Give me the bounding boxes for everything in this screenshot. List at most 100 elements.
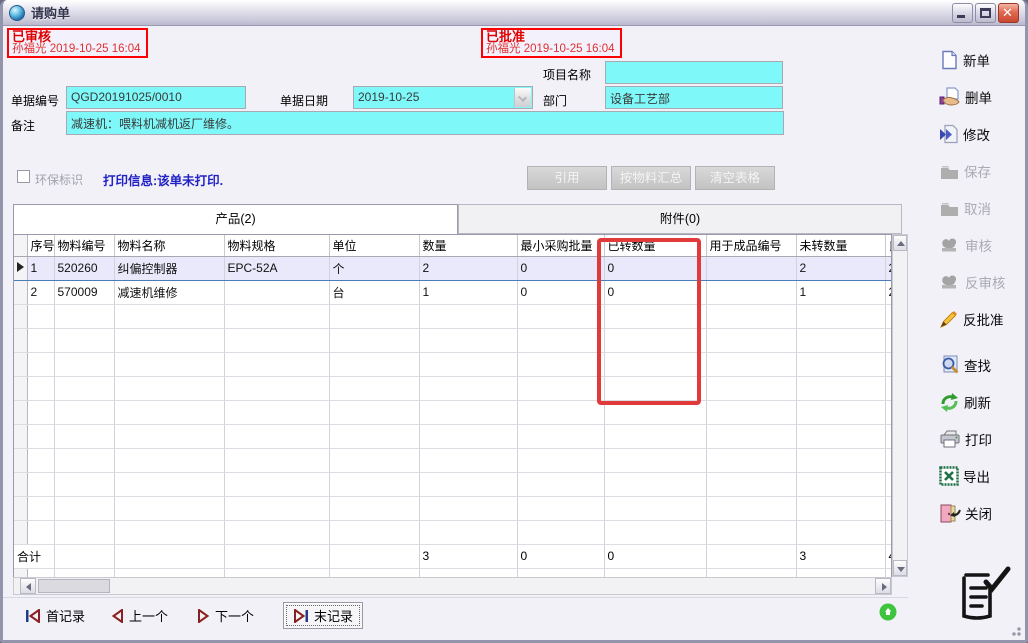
close-icon: ✕: [1002, 5, 1013, 21]
cell[interactable]: 纠偏控制器: [114, 256, 224, 280]
doc-date-value: 2019-10-25: [358, 90, 419, 104]
maximize-button[interactable]: [975, 3, 996, 23]
table-row-selected[interactable]: 1 520260 纠偏控制器 EPC-52A 个 2 0 0 2 2: [14, 256, 892, 280]
cell[interactable]: [706, 256, 796, 280]
record-nav-bar: 首记录 上一个 下一个 末记录: [3, 597, 908, 635]
first-record-button[interactable]: 首记录: [25, 606, 85, 625]
empty-row: [14, 400, 892, 424]
previous-record-button[interactable]: 上一个: [111, 606, 168, 625]
totals-converted: 0: [604, 544, 706, 568]
col-seq[interactable]: 序号: [27, 235, 54, 256]
col-unconverted-qty[interactable]: 未转数量: [796, 235, 885, 256]
cell[interactable]: [224, 280, 329, 304]
sidebar-close-button[interactable]: 关闭: [939, 501, 992, 525]
next-record-icon: [197, 609, 210, 623]
last-record-button[interactable]: 末记录: [283, 602, 363, 629]
sidebar-cancel-button[interactable]: 取消: [939, 196, 991, 220]
previous-record-icon: [111, 609, 124, 623]
close-door-icon: [939, 503, 961, 524]
doc-date-label: 单据日期: [280, 92, 328, 109]
empty-row: [14, 304, 892, 328]
cell[interactable]: 570009: [54, 280, 114, 304]
cell[interactable]: 0: [604, 256, 706, 280]
empty-row: [14, 424, 892, 448]
sidebar-export-button[interactable]: 导出: [939, 464, 990, 488]
maximize-icon: [980, 8, 991, 18]
cell[interactable]: 1: [796, 280, 885, 304]
cell[interactable]: 2: [419, 256, 517, 280]
quote-button[interactable]: 引用: [527, 166, 607, 190]
sidebar-refresh-button[interactable]: 刷新: [939, 390, 991, 414]
col-qty[interactable]: 数量: [419, 235, 517, 256]
next-record-button[interactable]: 下一个: [197, 606, 254, 625]
scrollbar-thumb[interactable]: [38, 579, 110, 593]
col-cutoff: 良: [885, 235, 892, 256]
arrow-left-icon: [26, 583, 31, 591]
close-button[interactable]: ✕: [998, 3, 1019, 23]
table-row[interactable]: 2 570009 减速机维修 台 1 0 0 1 2: [14, 280, 892, 304]
cell[interactable]: 减速机维修: [114, 280, 224, 304]
cell[interactable]: 0: [604, 280, 706, 304]
dept-field[interactable]: 设备工艺部: [605, 86, 783, 109]
grid-vertical-scrollbar[interactable]: [892, 234, 908, 577]
eco-checkbox[interactable]: [17, 170, 30, 183]
sidebar-delete-button[interactable]: 删单: [939, 85, 992, 109]
cell[interactable]: 2: [796, 256, 885, 280]
cell[interactable]: 2: [885, 280, 892, 304]
approve-stamp-detail: 孙福光 2019-10-25 16:04: [486, 43, 617, 56]
totals-min-batch: 0: [517, 544, 604, 568]
items-grid: 序号 物料编号 物料名称 物料规格 单位 数量 最小采购批量 已转数量 用于成品…: [13, 234, 892, 577]
doc-date-combobox[interactable]: 2019-10-25: [353, 86, 533, 109]
cell[interactable]: [706, 280, 796, 304]
cell[interactable]: 1: [419, 280, 517, 304]
audit-stamp-detail: 孙福光 2019-10-25 16:04: [12, 43, 143, 56]
remark-field[interactable]: 减速机：喂料机减机返厂维修。: [66, 111, 784, 135]
col-for-product-no[interactable]: 用于成品编号: [706, 235, 796, 256]
cell[interactable]: EPC-52A: [224, 256, 329, 280]
cell[interactable]: 0: [517, 256, 604, 280]
sidebar-audit-button[interactable]: 审核: [939, 233, 992, 257]
col-unit[interactable]: 单位: [329, 235, 419, 256]
scroll-up-button[interactable]: [893, 235, 907, 251]
scroll-right-button[interactable]: [875, 578, 891, 594]
resize-grip[interactable]: [1008, 623, 1021, 636]
sidebar-find-button[interactable]: 查找: [939, 353, 991, 377]
scroll-left-button[interactable]: [20, 578, 36, 594]
col-material-no[interactable]: 物料编号: [54, 235, 114, 256]
cell[interactable]: 2: [27, 280, 54, 304]
sidebar-new-button[interactable]: 新单: [939, 48, 990, 72]
cell[interactable]: 520260: [54, 256, 114, 280]
doc-no-field[interactable]: QGD20191025/0010: [66, 86, 246, 109]
approve-stamp: 已批准 孙福光 2019-10-25 16:04: [481, 28, 622, 58]
summarize-by-material-button[interactable]: 按物料汇总: [611, 166, 691, 190]
sidebar-save-button[interactable]: 保存: [939, 159, 991, 183]
col-material-spec[interactable]: 物料规格: [224, 235, 329, 256]
cell[interactable]: 台: [329, 280, 419, 304]
tab-products[interactable]: 产品(2): [13, 204, 458, 234]
window-title: 请购单: [31, 3, 70, 22]
current-row-marker-icon: [17, 262, 24, 272]
sidebar-unapprove-button[interactable]: 反批准: [939, 307, 1004, 331]
tab-attachments[interactable]: 附件(0): [458, 204, 902, 234]
remark-label: 备注: [11, 117, 35, 134]
cell[interactable]: 2: [885, 256, 892, 280]
cell[interactable]: 1: [27, 256, 54, 280]
col-converted-qty[interactable]: 已转数量: [604, 235, 706, 256]
col-min-batch[interactable]: 最小采购批量: [517, 235, 604, 256]
project-name-field[interactable]: [605, 61, 783, 84]
cell[interactable]: 0: [517, 280, 604, 304]
scroll-down-button[interactable]: [893, 560, 907, 576]
sidebar-print-button[interactable]: 打印: [939, 427, 992, 451]
empty-row: [14, 352, 892, 376]
audit-stamp-icon: [939, 235, 961, 255]
sidebar-modify-button[interactable]: 修改: [939, 122, 990, 146]
cell[interactable]: 个: [329, 256, 419, 280]
delete-doc-icon: [939, 87, 961, 107]
clear-table-button[interactable]: 清空表格: [695, 166, 775, 190]
col-material-name[interactable]: 物料名称: [114, 235, 224, 256]
arrow-right-icon: [882, 583, 887, 591]
minimize-button[interactable]: [952, 3, 973, 23]
sidebar-unaudit-button[interactable]: 反审核: [939, 270, 1006, 294]
doc-date-dropdown-button[interactable]: [514, 88, 531, 107]
grid-horizontal-scrollbar[interactable]: [13, 577, 892, 595]
